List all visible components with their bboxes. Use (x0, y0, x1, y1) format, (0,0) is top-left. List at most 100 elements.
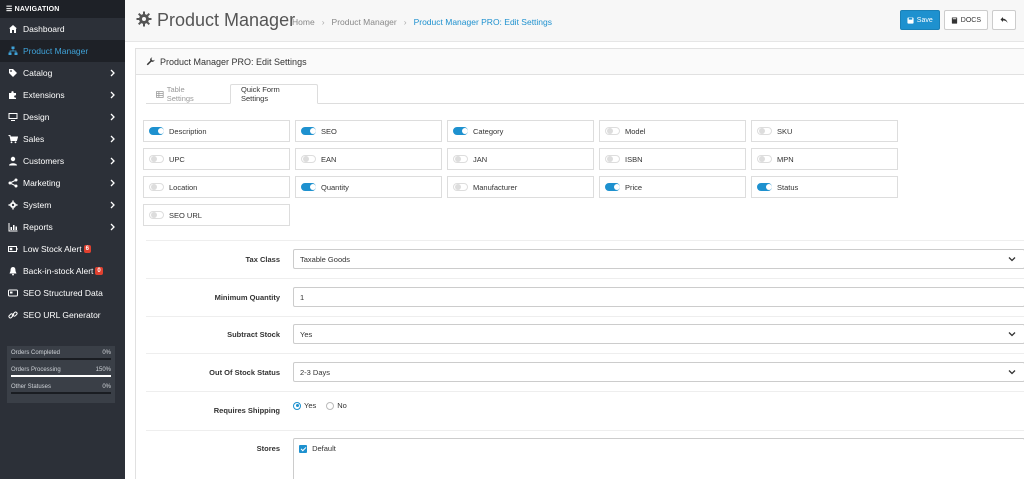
monitor-icon (8, 112, 18, 122)
toggle-label: Category (473, 126, 504, 136)
toggle-label: Location (169, 182, 198, 192)
nav-item-label: Low Stock Alert (23, 244, 82, 254)
toggle-label: Quantity (321, 182, 349, 192)
tax-class-select[interactable]: Taxable Goods (293, 249, 1024, 269)
tab-quick-form-settings[interactable]: Quick Form Settings (230, 84, 318, 104)
divider (146, 278, 1024, 279)
docs-button[interactable]: DOCS (943, 10, 988, 30)
toggle-seo: SEO (295, 120, 442, 142)
toggle-switch[interactable] (605, 155, 620, 163)
save-button[interactable]: Save (899, 10, 940, 30)
toggle-switch[interactable] (605, 183, 620, 191)
divider (146, 316, 1024, 317)
subtract-stock-select[interactable]: Yes (293, 324, 1024, 344)
order-stat-value: 0% (102, 350, 111, 356)
toggle-label: SEO URL (169, 210, 202, 220)
breadcrumb-product-manager[interactable]: Product Manager (332, 17, 397, 27)
toggle-isbn: ISBN (599, 148, 746, 170)
order-stat: Other Statuses 0% (11, 384, 111, 401)
toggle-label: SEO (321, 126, 337, 136)
toggle-switch[interactable] (605, 127, 620, 135)
nav-item-marketing[interactable]: Marketing (0, 172, 125, 194)
toggle-switch[interactable] (453, 183, 468, 191)
card-icon (8, 288, 18, 298)
toggle-switch[interactable] (757, 127, 772, 135)
toggle-switch[interactable] (149, 211, 164, 219)
nav-header[interactable]: ☰ NAVIGATION (0, 0, 125, 18)
nav-item-product-manager[interactable]: Product Manager (0, 40, 125, 62)
divider (146, 240, 1024, 241)
order-stat-bar (11, 392, 111, 394)
cart-icon (8, 134, 18, 144)
toggle-label: SKU (777, 126, 793, 136)
nav-item-low-stock-alert[interactable]: Low Stock Alert 6 (0, 238, 125, 260)
toggle-category: Category (447, 120, 594, 142)
link-icon (8, 310, 18, 320)
nav-item-label: Marketing (23, 178, 61, 188)
toggle-switch[interactable] (453, 155, 468, 163)
breadcrumb-edit-settings[interactable]: Product Manager PRO: Edit Settings (414, 17, 552, 27)
radio-label: Yes (304, 401, 317, 410)
toggle-switch[interactable] (301, 183, 316, 191)
order-stat-bar-fill (11, 375, 111, 377)
minimum-quantity-input[interactable]: 1 (293, 287, 1024, 307)
toggle-switch[interactable] (301, 155, 316, 163)
stores-checkbox-list: Default (293, 438, 1024, 479)
reply-icon (1000, 17, 1008, 23)
user-icon (8, 156, 18, 166)
back-button[interactable] (992, 10, 1016, 30)
order-stat: Orders Processing 150% (11, 367, 111, 384)
store-default-checkbox[interactable] (299, 445, 307, 454)
requires-shipping-no-radio[interactable] (326, 401, 335, 410)
toggle-status: Status (751, 176, 898, 198)
order-stat-label: Orders Processing (11, 367, 61, 373)
breadcrumb-home[interactable]: Home (292, 17, 315, 27)
toggle-label: ISBN (625, 154, 643, 164)
sidebar: ☰ NAVIGATION Dashboard Product Manager Cat… (0, 0, 125, 479)
requires-shipping-yes-radio[interactable] (293, 401, 301, 410)
nav-item-design[interactable]: Design (0, 106, 125, 128)
share-icon (8, 178, 18, 188)
bell-icon (8, 266, 18, 276)
nav-item-sales[interactable]: Sales (0, 128, 125, 150)
order-stat-value: 150% (95, 367, 111, 373)
toggle-switch[interactable] (757, 183, 772, 191)
nav-item-system[interactable]: System (0, 194, 125, 216)
toggle-switch[interactable] (149, 127, 164, 135)
nav-item-label: Dashboard (23, 24, 65, 34)
toggle-switch[interactable] (149, 155, 164, 163)
chevron-down-icon (1008, 257, 1016, 262)
nav-list: Dashboard Product Manager Catalog Extension… (0, 18, 125, 326)
panel-heading: Product Manager PRO: Edit Settings (136, 49, 1024, 75)
nav-badge: 6 (83, 245, 91, 253)
toggle-location: Location (143, 176, 290, 198)
subtract-stock-label: Subtract Stock (227, 330, 280, 339)
nav-item-extensions[interactable]: Extensions (0, 84, 125, 106)
nav-item-label: SEO Structured Data (23, 288, 103, 298)
nav-item-catalog[interactable]: Catalog (0, 62, 125, 84)
order-stats: Orders Completed 0% Orders Processing 150% O… (7, 346, 115, 403)
toggle-switch[interactable] (453, 127, 468, 135)
toggle-model: Model (599, 120, 746, 142)
hamburger-icon: ☰ (6, 6, 13, 13)
toggle-switch[interactable] (301, 127, 316, 135)
toggle-upc: UPC (143, 148, 290, 170)
toggle-switch[interactable] (757, 155, 772, 163)
toggle-switch[interactable] (149, 183, 164, 191)
nav-item-reports[interactable]: Reports (0, 216, 125, 238)
out-of-stock-status-select[interactable]: 2-3 Days (293, 362, 1024, 382)
tab-table-settings[interactable]: Table Settings (146, 84, 222, 104)
nav-item-seo-url-generator[interactable]: SEO URL Generator (0, 304, 125, 326)
page-title: Product Manager (157, 10, 296, 30)
tab-label: Quick Form Settings (241, 85, 280, 103)
nav-item-label: Back-in-stock Alert (23, 266, 94, 276)
nav-item-back-in-stock-alert[interactable]: Back-in-stock Alert 0 (0, 260, 125, 282)
requires-shipping-radio-group: Yes No (293, 401, 347, 410)
toggle-label: Status (777, 182, 799, 192)
sitemap-icon (8, 46, 18, 56)
nav-item-customers[interactable]: Customers (0, 150, 125, 172)
toggle-quantity: Quantity (295, 176, 442, 198)
nav-item-seo-structured-data[interactable]: SEO Structured Data (0, 282, 125, 304)
nav-item-dashboard[interactable]: Dashboard (0, 18, 125, 40)
toggle-sku: SKU (751, 120, 898, 142)
